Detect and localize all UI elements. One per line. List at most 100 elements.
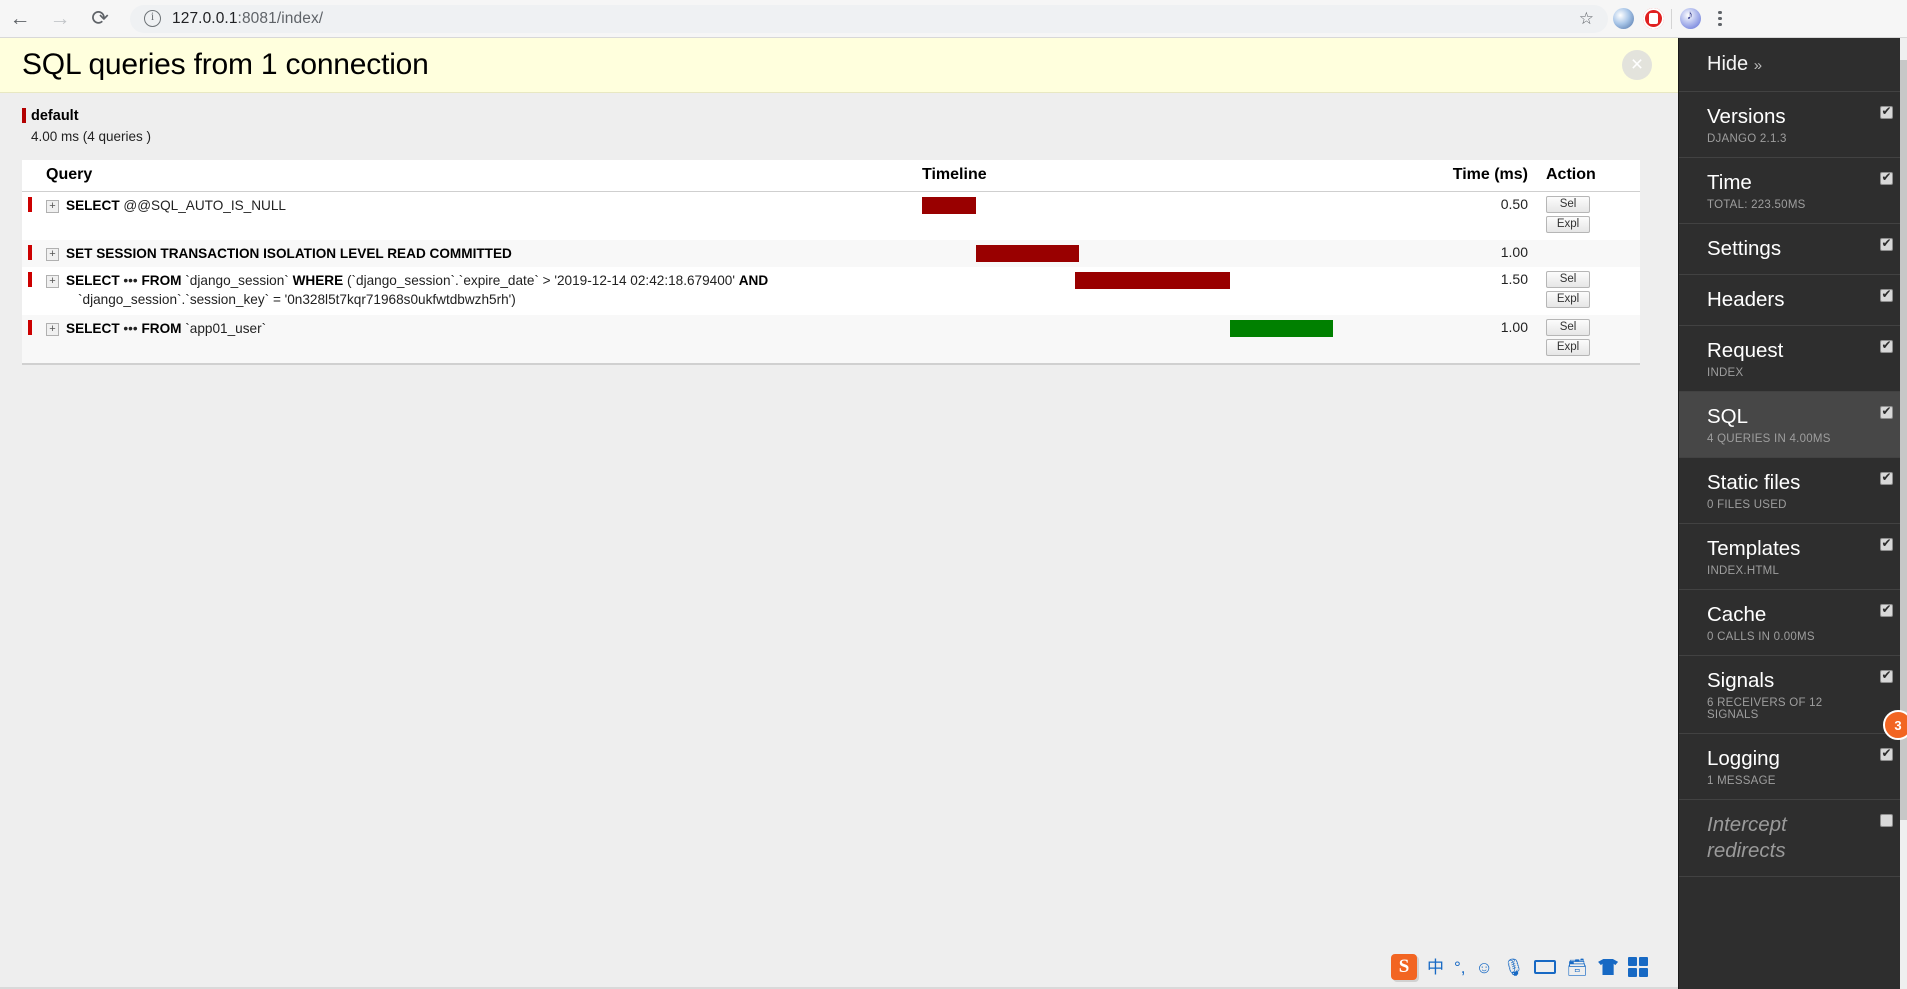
- expand-query-toggle[interactable]: +: [46, 248, 59, 261]
- sidebar-panel-sql[interactable]: SQL 4 queries in 4.00ms: [1679, 392, 1907, 458]
- expand-query-toggle[interactable]: +: [46, 275, 59, 288]
- sidebar-panel-checkbox[interactable]: [1880, 169, 1893, 185]
- sidebar-panel-title: Settings: [1707, 237, 1782, 260]
- ime-emoji-icon[interactable]: ☺: [1476, 959, 1493, 976]
- timeline-track: [922, 271, 1392, 290]
- explain-query-button[interactable]: Expl: [1546, 216, 1590, 233]
- ime-toolbox-icon[interactable]: 🗃: [1566, 959, 1588, 976]
- sidebar-panel-settings[interactable]: Settings: [1679, 224, 1907, 275]
- extension-music-icon[interactable]: [1675, 0, 1705, 38]
- timeline-bar[interactable]: [976, 245, 1080, 262]
- bookmark-star-icon[interactable]: ☆: [1579, 9, 1594, 29]
- column-header-query[interactable]: Query: [22, 160, 922, 192]
- djdt-sidebar: Hide » Versions Django 2.1.3 Time Total: 22…: [1678, 38, 1907, 989]
- extension-opera-icon[interactable]: [1608, 0, 1638, 38]
- forward-button[interactable]: →: [40, 0, 80, 38]
- sidebar-panel-signals[interactable]: Signals 6 receivers of 12 signals: [1679, 656, 1907, 734]
- timeline-cell: [922, 315, 1392, 364]
- column-header-time[interactable]: Time (ms): [1392, 160, 1542, 192]
- table-row[interactable]: + SELECT ••• FROM `django_session` WHERE …: [22, 267, 1640, 315]
- sidebar-panel-title: SQL: [1707, 405, 1749, 428]
- sidebar-panel-time[interactable]: Time Total: 223.50ms: [1679, 158, 1907, 224]
- site-info-icon[interactable]: [144, 9, 161, 27]
- hide-label: Hide: [1707, 53, 1749, 75]
- sidebar-panel-checkbox[interactable]: [1880, 337, 1893, 353]
- sidebar-panel-checkbox[interactable]: [1880, 235, 1893, 251]
- sidebar-panel-subtitle: 0 files used: [1707, 499, 1787, 511]
- djdt-sql-panel: SQL queries from 1 connection default 4.…: [0, 38, 1678, 989]
- url-host: 127.0.0.1: [172, 9, 238, 27]
- table-row[interactable]: + SELECT @@SQL_AUTO_IS_NULL 0.50 Sel Expl: [22, 191, 1640, 240]
- reload-button[interactable]: ⟳: [80, 0, 120, 38]
- sidebar-panel-checkbox[interactable]: [1880, 286, 1893, 302]
- select-query-button[interactable]: Sel: [1546, 271, 1590, 288]
- explain-query-button[interactable]: Expl: [1546, 339, 1590, 356]
- sidebar-panel-cache[interactable]: Cache 0 calls in 0.00ms: [1679, 590, 1907, 656]
- connection-summary: 4.00 ms (4 queries ): [31, 129, 152, 144]
- sidebar-panel-headers[interactable]: Headers: [1679, 275, 1907, 326]
- timeline-track: [922, 244, 1392, 263]
- ime-punctuation-icon[interactable]: °,: [1454, 959, 1466, 976]
- table-row[interactable]: + SET SESSION TRANSACTION ISOLATION LEVEL…: [22, 240, 1640, 267]
- sidebar-panel-templates[interactable]: Templates index.html: [1679, 524, 1907, 590]
- connection-name: default: [22, 107, 1656, 125]
- sidebar-panel-request[interactable]: Request index: [1679, 326, 1907, 392]
- select-query-button[interactable]: Sel: [1546, 196, 1590, 213]
- select-query-button[interactable]: Sel: [1546, 319, 1590, 336]
- close-icon[interactable]: [1622, 50, 1652, 80]
- sidebar-panel-checkbox[interactable]: [1880, 814, 1893, 827]
- notification-badge[interactable]: 3: [1883, 710, 1907, 740]
- sidebar-panel-intercept-redirects[interactable]: Intercept redirects: [1679, 800, 1907, 877]
- back-button[interactable]: ←: [0, 0, 40, 38]
- timeline-bar[interactable]: [1074, 272, 1230, 289]
- ime-apps-icon[interactable]: [1628, 957, 1649, 977]
- query-sql-text: SELECT @@SQL_AUTO_IS_NULL: [66, 198, 286, 213]
- sql-queries-table: Query Timeline Time (ms) Action + SELECT …: [22, 160, 1640, 365]
- explain-query-button[interactable]: Expl: [1546, 291, 1590, 308]
- sidebar-panel-checkbox[interactable]: [1880, 667, 1893, 683]
- sidebar-panel-subtitle: 1 message: [1707, 775, 1776, 787]
- sidebar-panel-checkbox[interactable]: [1880, 403, 1893, 419]
- column-header-timeline[interactable]: Timeline: [922, 160, 1392, 192]
- expand-query-toggle[interactable]: +: [46, 323, 59, 336]
- sidebar-panel-checkbox[interactable]: [1880, 745, 1893, 761]
- chrome-menu-icon[interactable]: [1705, 0, 1735, 38]
- timeline-cell: [922, 240, 1392, 267]
- hide-toolbar-button[interactable]: Hide »: [1679, 38, 1907, 92]
- table-row[interactable]: + SELECT ••• FROM `app01_user` 1.00 Sel Expl: [22, 315, 1640, 364]
- query-sql-text: SET SESSION TRANSACTION ISOLATION LEVEL …: [66, 246, 512, 261]
- ime-skin-icon[interactable]: [1598, 959, 1619, 975]
- expand-query-toggle[interactable]: +: [46, 200, 59, 213]
- sidebar-panel-title: Cache: [1707, 603, 1767, 626]
- sidebar-panel-checkbox[interactable]: [1880, 469, 1893, 485]
- sidebar-panel-checkbox[interactable]: [1880, 535, 1893, 551]
- table-header-row: Query Timeline Time (ms) Action: [22, 160, 1640, 192]
- address-bar[interactable]: 127.0.0.1:8081/index/ ☆: [130, 4, 1608, 33]
- sidebar-panel-static-files[interactable]: Static files 0 files used: [1679, 458, 1907, 524]
- ime-keyboard-icon[interactable]: [1534, 960, 1557, 974]
- sidebar-panel-checkbox[interactable]: [1880, 103, 1893, 119]
- action-cell: [1542, 240, 1640, 267]
- time-cell: 1.00: [1392, 240, 1542, 267]
- sogou-ime-logo-icon[interactable]: S: [1391, 954, 1417, 980]
- sidebar-panel-title: Signals: [1707, 669, 1775, 692]
- timeline-bar[interactable]: [1229, 320, 1334, 337]
- sidebar-panel-title: Static files: [1707, 471, 1801, 494]
- browser-toolbar: ← → ⟳ 127.0.0.1:8081/index/ ☆: [0, 0, 1907, 38]
- ime-voice-input-icon[interactable]: 🎙: [1503, 959, 1525, 976]
- sidebar-panel-subtitle: Total: 223.50ms: [1707, 199, 1806, 211]
- sidebar-panel-subtitle: index.html: [1707, 565, 1780, 577]
- sidebar-panel-versions[interactable]: Versions Django 2.1.3: [1679, 92, 1907, 158]
- sidebar-scrollbar[interactable]: [1900, 38, 1907, 989]
- extension-adblock-icon[interactable]: [1638, 0, 1668, 38]
- sidebar-panel-title: Intercept redirects: [1707, 813, 1787, 862]
- timeline-track: [922, 196, 1392, 215]
- ime-toolbar: S 中 °, ☺ 🎙 🗃: [1391, 952, 1649, 982]
- action-cell: Sel Expl: [1542, 191, 1640, 240]
- sidebar-panel-checkbox[interactable]: [1880, 601, 1893, 617]
- sidebar-scrollbar-thumb[interactable]: [1900, 60, 1907, 820]
- timeline-cell: [922, 267, 1392, 315]
- sidebar-panel-logging[interactable]: Logging 1 message: [1679, 734, 1907, 800]
- ime-language-mode-icon[interactable]: 中: [1427, 959, 1444, 976]
- timeline-bar[interactable]: [922, 197, 977, 214]
